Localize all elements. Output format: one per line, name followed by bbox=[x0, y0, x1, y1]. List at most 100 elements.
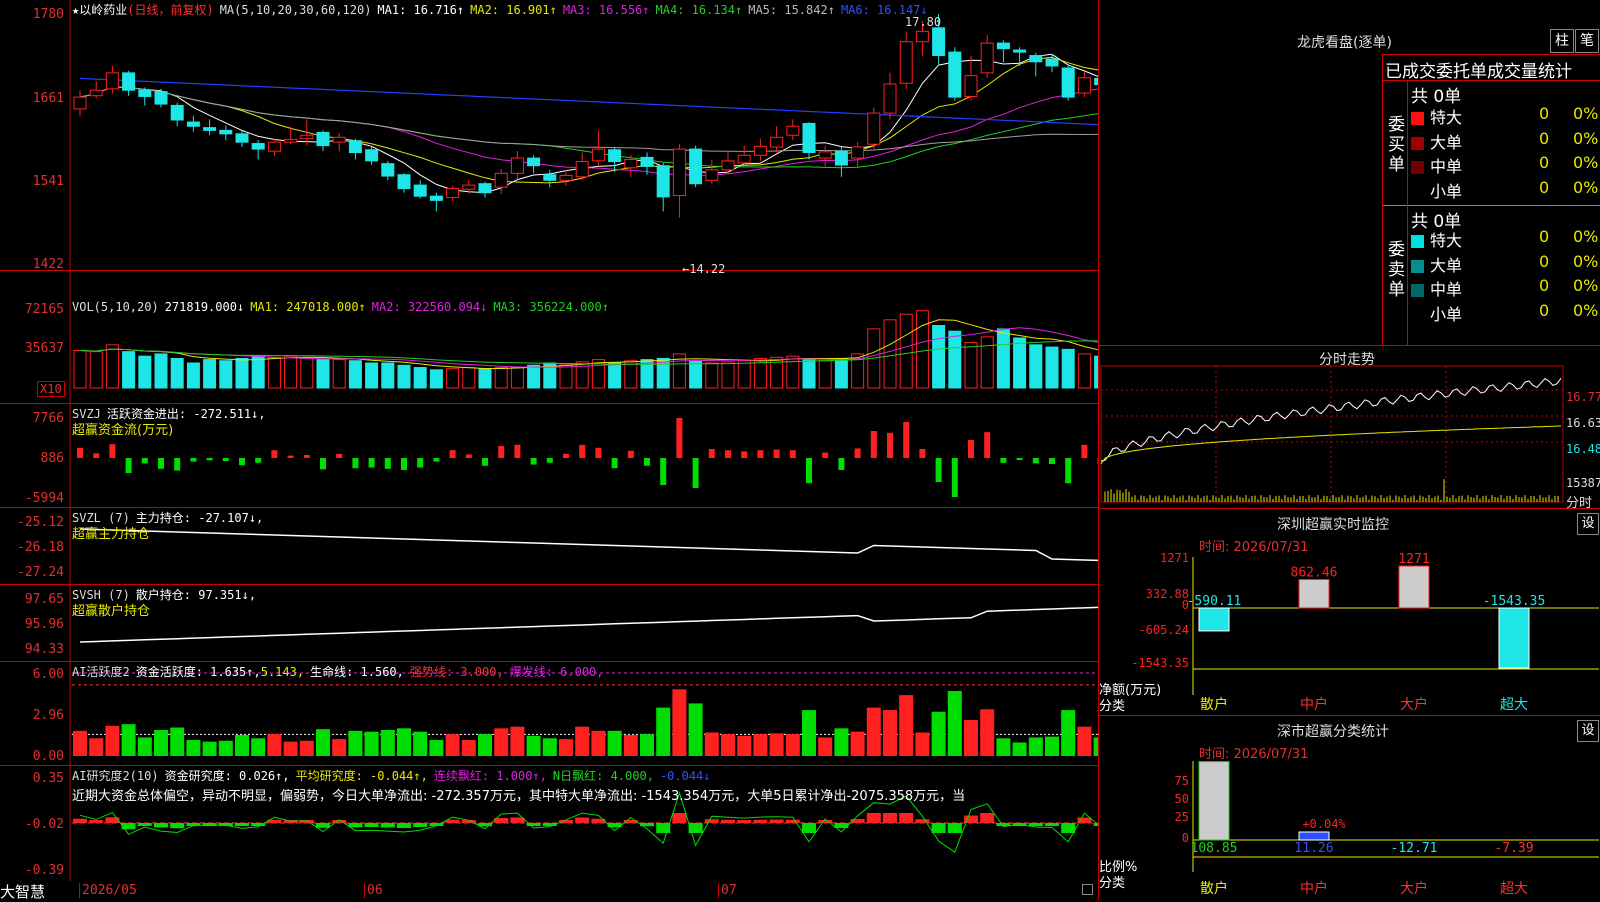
intraday-section[interactable]: 分时走势 16.77 16.63 16.48 15387 分时 bbox=[1099, 346, 1600, 509]
candle bbox=[204, 128, 216, 131]
candle bbox=[220, 130, 232, 133]
ai2-header: AI研究度2(10)资金研究度: 0.026↑,平均研究度: -0.044↑,连… bbox=[72, 767, 711, 784]
activity-bar bbox=[899, 695, 913, 756]
volume-bar bbox=[1014, 338, 1026, 388]
svsh-sub: 超赢散户持仓 bbox=[72, 600, 150, 619]
monitor-xtitle: 分类 bbox=[1099, 695, 1125, 714]
volume-chart[interactable] bbox=[0, 270, 1098, 403]
bar-mode-button[interactable]: 柱 bbox=[1550, 29, 1574, 53]
candle bbox=[609, 150, 621, 162]
monitor-bar bbox=[1299, 580, 1329, 608]
volume-bar bbox=[1030, 345, 1042, 388]
lhb-row-label: 中单 bbox=[1430, 157, 1462, 176]
monitor-bar bbox=[1199, 608, 1229, 631]
svsh-pane[interactable]: SVSH (7)散户持仓: 97.351↓, 超赢散户持仓 97.65 95.9… bbox=[0, 584, 1098, 662]
kline-pane[interactable]: ★以岭药业(日线，前复权)MA(5,10,20,30,60,120)MA1: 1… bbox=[0, 0, 1098, 271]
volume-bar bbox=[1062, 349, 1074, 388]
right-panel: 龙虎看盘(逐单) 柱 笔 已成交委托单成交量统计 委买单 委卖单 共 0单 共 … bbox=[1099, 0, 1600, 900]
monitor-category: 中户 bbox=[1300, 696, 1328, 713]
monitor-ytick: 1271 bbox=[1160, 551, 1189, 565]
research-bar bbox=[397, 823, 411, 828]
flow-bar bbox=[142, 458, 148, 463]
intraday-chart[interactable] bbox=[1099, 346, 1600, 508]
svzj-ytick: 7766 bbox=[2, 411, 64, 426]
kline-mode: (日线，前复权) bbox=[127, 3, 213, 17]
candle bbox=[592, 149, 604, 161]
ai1-p2: 5.143, bbox=[261, 665, 304, 679]
flow-bar bbox=[1081, 445, 1087, 458]
lock-icon[interactable] bbox=[1082, 884, 1093, 895]
volume-bar bbox=[204, 360, 216, 388]
ma6-line bbox=[80, 78, 1098, 127]
ma2-line bbox=[80, 57, 1098, 183]
volume-bar bbox=[900, 314, 912, 388]
research-bar bbox=[348, 823, 362, 827]
flow-bar bbox=[676, 418, 682, 458]
flow-bar bbox=[466, 454, 472, 458]
flow-bar bbox=[936, 458, 942, 482]
flow-bar bbox=[984, 432, 990, 458]
activity-bar bbox=[996, 738, 1010, 756]
candle bbox=[74, 97, 86, 109]
flow-bar bbox=[903, 422, 909, 458]
volume-pane[interactable]: VOL(5,10,20)271819.000↓MA1: 247018.000↑M… bbox=[0, 270, 1098, 404]
flow-bar bbox=[952, 458, 958, 497]
activity-bar bbox=[73, 731, 87, 756]
app-logo[interactable]: 大智慧 bbox=[0, 881, 45, 902]
stroke-mode-button[interactable]: 笔 bbox=[1575, 29, 1599, 53]
candle bbox=[479, 184, 491, 193]
volume-bar bbox=[1046, 347, 1058, 388]
flow-bar bbox=[806, 458, 812, 483]
svsh-ytick: 97.65 bbox=[2, 592, 64, 607]
ma1-line bbox=[80, 54, 1098, 192]
candle bbox=[1095, 78, 1098, 84]
volume-bar bbox=[803, 360, 815, 388]
research-bar bbox=[705, 819, 719, 823]
table-header: 已成交委托单成交量统计 bbox=[1385, 57, 1572, 82]
svzl-pane[interactable]: SVZL (7)主力持仓: -27.107↓, 超赢主力持仓 -25.12 -2… bbox=[0, 507, 1098, 585]
lhb-section: 龙虎看盘(逐单) 柱 笔 已成交委托单成交量统计 委买单 委卖单 共 0单 共 … bbox=[1099, 0, 1600, 346]
volume-bar bbox=[1078, 354, 1090, 388]
lhb-row-label: 小单 bbox=[1430, 182, 1462, 201]
candle bbox=[819, 152, 831, 158]
flow-bar bbox=[531, 458, 537, 465]
sell-side-label: 委卖单 bbox=[1388, 240, 1404, 300]
svzj-pane[interactable]: SVZJ活跃资金进出: -272.511↓, 超赢资金流(万元) 7766 88… bbox=[0, 403, 1098, 508]
volume-bar bbox=[495, 368, 507, 388]
volume-bar bbox=[74, 351, 86, 388]
activity-bar bbox=[1061, 710, 1075, 756]
ma3-value: MA3: 16.556↑ bbox=[563, 3, 650, 17]
flow-bar bbox=[628, 451, 634, 458]
volume-bar bbox=[835, 358, 847, 388]
volume-bar bbox=[609, 363, 621, 388]
monitor-category: 大户 bbox=[1400, 696, 1428, 713]
class-category: 中户 bbox=[1300, 880, 1328, 897]
candle bbox=[285, 139, 297, 142]
candle bbox=[1062, 68, 1074, 97]
research-bar bbox=[170, 823, 184, 828]
research-bar bbox=[737, 820, 751, 823]
candle bbox=[155, 92, 167, 104]
kline-chart[interactable] bbox=[0, 0, 1098, 270]
monitor-bar-value: -590.11 bbox=[1187, 594, 1242, 609]
candle bbox=[657, 166, 669, 197]
ai2-ytick: -0.02 bbox=[2, 817, 64, 832]
lhb-row-label: 特大 bbox=[1430, 108, 1462, 127]
candle bbox=[1014, 50, 1026, 52]
flow-bar bbox=[482, 458, 488, 466]
activity-bar bbox=[381, 730, 395, 756]
candle bbox=[1046, 59, 1058, 66]
lhb-row-count: 0 bbox=[1539, 129, 1549, 148]
candle bbox=[997, 43, 1009, 49]
candle bbox=[852, 147, 864, 158]
flow-bar bbox=[77, 448, 83, 458]
flow-bar bbox=[288, 456, 294, 458]
candle bbox=[317, 132, 329, 145]
research-bar bbox=[73, 819, 87, 823]
flow-bar bbox=[207, 458, 213, 460]
ai-research-pane[interactable]: AI研究度2(10)资金研究度: 0.026↑,平均研究度: -0.044↑,连… bbox=[0, 765, 1098, 882]
candle bbox=[366, 150, 378, 161]
candle bbox=[447, 189, 459, 198]
ai-activity-pane[interactable]: AI活跃度2资金活跃度: 1.635↑,5.143,生命线: 1.560,强势线… bbox=[0, 661, 1098, 766]
activity-bar bbox=[608, 731, 622, 756]
